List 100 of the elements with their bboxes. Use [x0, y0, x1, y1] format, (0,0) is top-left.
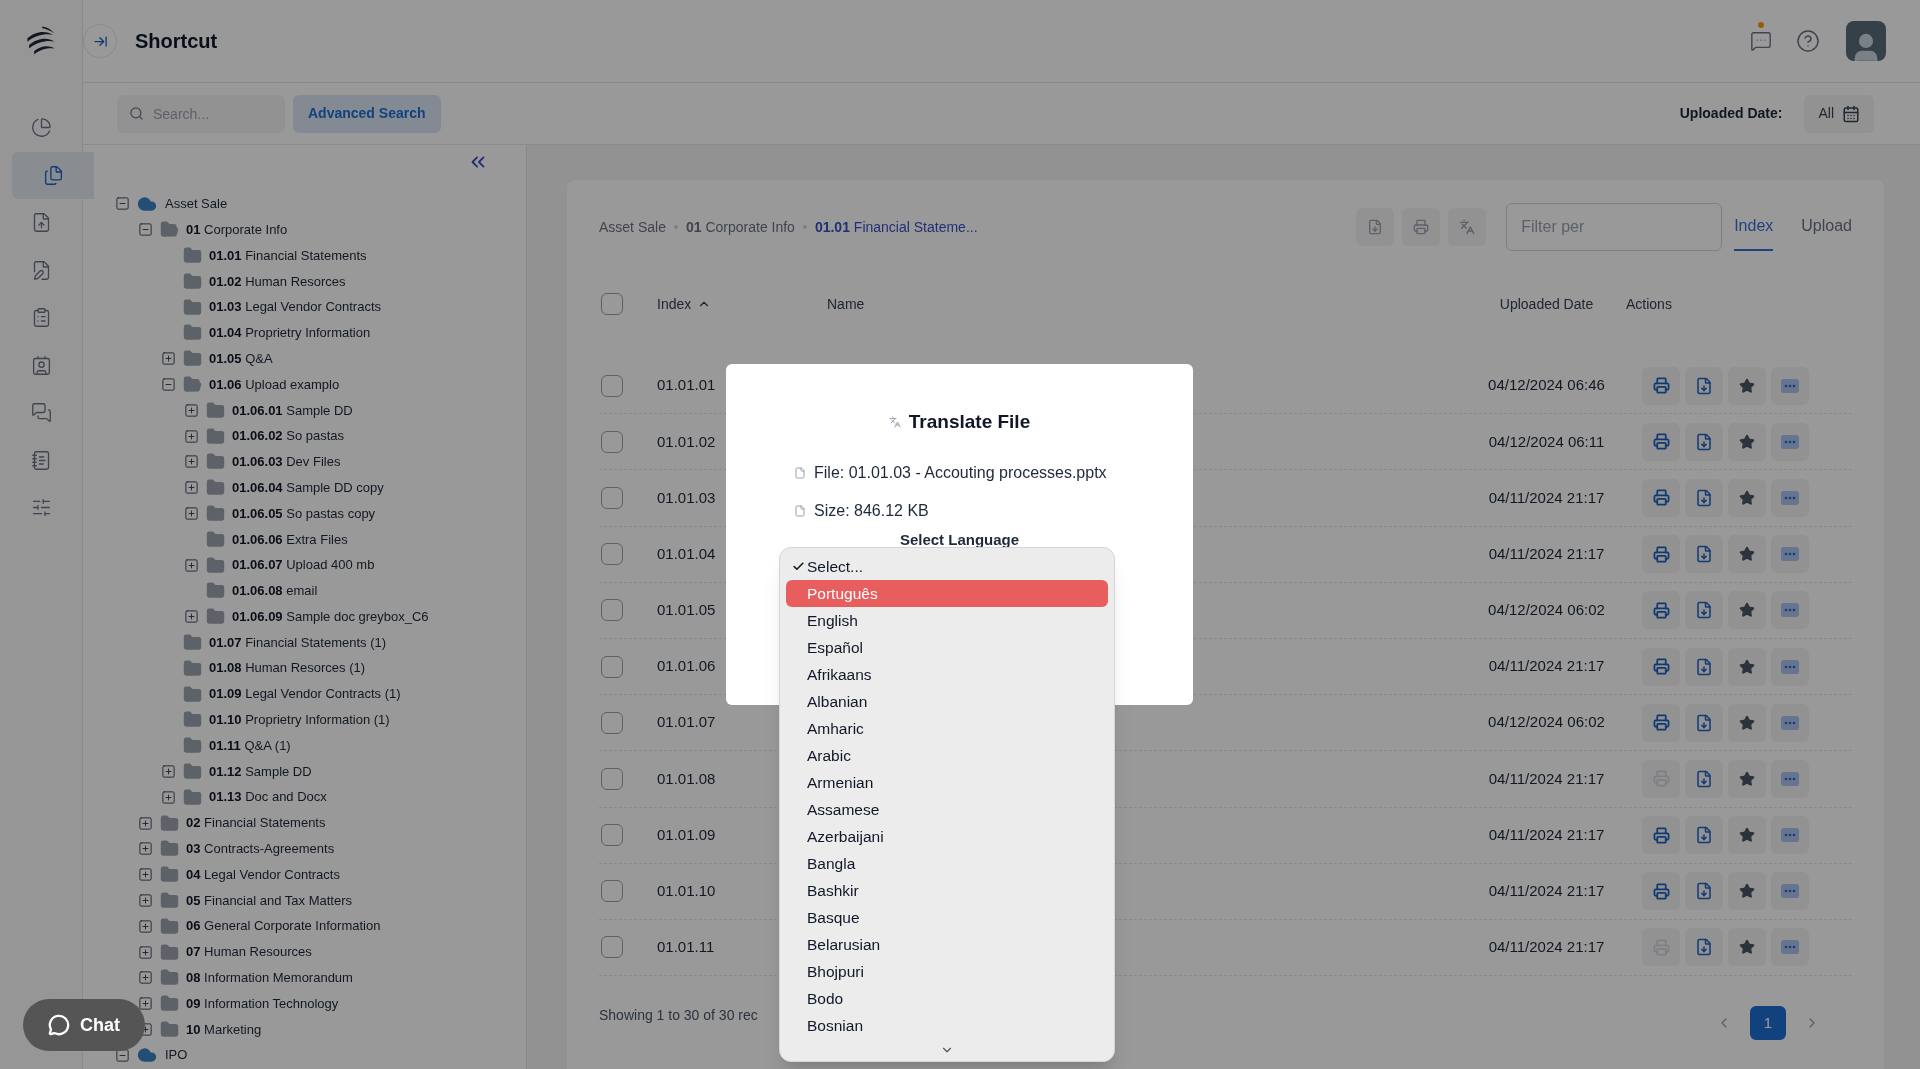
language-option[interactable]: Bhojpuri: [786, 958, 1108, 985]
translate-button[interactable]: [1448, 208, 1487, 246]
tree-item[interactable]: 07 Human Resources: [186, 942, 312, 962]
select-all-checkbox[interactable]: [601, 293, 623, 315]
tree-item[interactable]: 01.06.05 So pastas copy: [232, 503, 376, 524]
collapse-icon[interactable]: [114, 1047, 130, 1063]
download-row-button[interactable]: [1685, 366, 1723, 405]
row-checkbox[interactable]: [601, 936, 623, 959]
translate-row-button[interactable]: [1642, 591, 1680, 630]
expand-icon[interactable]: [160, 763, 176, 779]
filter-field[interactable]: Filter per: [1506, 203, 1723, 251]
expand-icon[interactable]: [137, 944, 153, 960]
favorite-button[interactable]: [1728, 591, 1766, 630]
collapse-icon[interactable]: [114, 196, 130, 212]
favorite-button[interactable]: [1728, 928, 1766, 967]
row-checkbox[interactable]: [601, 711, 623, 734]
favorite-button[interactable]: [1728, 759, 1766, 798]
language-option[interactable]: Azerbaijani: [786, 823, 1108, 850]
tree-item[interactable]: 05 Financial and Tax Matters: [186, 890, 352, 911]
translate-row-button[interactable]: [1642, 647, 1680, 686]
language-option[interactable]: Amharic: [786, 715, 1108, 742]
language-option[interactable]: Bashkir: [786, 877, 1108, 904]
expand-icon[interactable]: [183, 402, 199, 418]
download-row-button[interactable]: [1685, 535, 1723, 574]
row-checkbox[interactable]: [601, 824, 623, 847]
language-option[interactable]: Belarusian: [786, 931, 1108, 958]
tree-item[interactable]: 01.06.09 Sample doc greybox_C6: [232, 606, 429, 627]
language-option[interactable]: Arabic: [786, 742, 1108, 769]
expand-icon[interactable]: [183, 557, 199, 573]
tree-item[interactable]: 01.08 Human Resorces (1): [209, 658, 366, 678]
language-option[interactable]: Armenian: [786, 769, 1108, 796]
tree-item[interactable]: 01.12 Sample DD: [209, 761, 312, 782]
download-row-button[interactable]: [1685, 816, 1723, 855]
translate-row-button[interactable]: [1642, 872, 1680, 911]
row-checkbox[interactable]: [601, 543, 623, 566]
tree-item[interactable]: 01.02 Human Resorces: [209, 271, 346, 292]
language-option[interactable]: Bangla: [786, 850, 1108, 877]
tree-item[interactable]: 02 Financial Statements: [186, 813, 326, 833]
translate-row-button[interactable]: [1642, 422, 1680, 461]
expand-icon[interactable]: [183, 428, 199, 444]
language-option[interactable]: Bosnian: [786, 1012, 1108, 1039]
favorite-button[interactable]: [1728, 366, 1766, 405]
collapse-icon[interactable]: [137, 222, 153, 238]
date-filter-button[interactable]: All: [1804, 94, 1874, 133]
row-checkbox[interactable]: [601, 430, 623, 453]
rail-item[interactable]: [12, 151, 94, 199]
expand-icon[interactable]: [160, 351, 176, 367]
language-option[interactable]: Select...: [786, 553, 1108, 580]
tree-item[interactable]: 04 Legal Vendor Contracts: [186, 864, 340, 885]
language-option[interactable]: Albanian: [786, 688, 1108, 715]
avatar[interactable]: [1846, 21, 1886, 61]
translate-row-button[interactable]: [1642, 366, 1680, 405]
row-checkbox[interactable]: [601, 486, 623, 509]
tree-item[interactable]: 01.13 Doc and Docx: [209, 787, 327, 807]
favorite-button[interactable]: [1728, 872, 1766, 911]
row-checkbox[interactable]: [601, 655, 623, 678]
tree-item[interactable]: 09 Information Technology: [186, 993, 339, 1014]
tree-item[interactable]: 01.05 Q&A: [209, 348, 273, 369]
download-row-button[interactable]: [1685, 759, 1723, 798]
tree-item[interactable]: 01.01 Financial Statements: [209, 245, 367, 266]
tree-item[interactable]: Asset Sale: [165, 194, 228, 214]
chat-button[interactable]: Chat: [23, 999, 145, 1051]
translate-row-button[interactable]: [1642, 478, 1680, 517]
language-option[interactable]: Assamese: [786, 796, 1108, 823]
tree-item[interactable]: 03 Contracts-Agreements: [186, 839, 335, 859]
tree-item[interactable]: 01.06.02 So pastas: [232, 426, 345, 446]
download-row-button[interactable]: [1685, 647, 1723, 686]
notifications-icon[interactable]: [1750, 30, 1772, 52]
tree-item[interactable]: 01.06 Upload examplo: [209, 374, 340, 395]
download-row-button[interactable]: [1685, 872, 1723, 911]
tree-item[interactable]: 01.06.07 Upload 400 mb: [232, 555, 375, 575]
expand-icon[interactable]: [137, 815, 153, 831]
breadcrumb-item[interactable]: 01 Corporate Info: [685, 216, 795, 238]
expand-icon[interactable]: [137, 970, 153, 986]
language-option[interactable]: Bodo: [786, 985, 1108, 1012]
download-row-button[interactable]: [1685, 703, 1723, 742]
tree-item[interactable]: 10 Marketing: [186, 1019, 262, 1040]
download-row-button[interactable]: [1685, 591, 1723, 630]
tree-item[interactable]: 06 General Corporate Information: [186, 916, 381, 936]
download-row-button[interactable]: [1685, 928, 1723, 967]
language-option[interactable]: Afrikaans: [786, 661, 1108, 688]
tree-item[interactable]: 01.11 Q&A (1): [209, 735, 291, 756]
language-option[interactable]: English: [786, 607, 1108, 634]
expand-icon[interactable]: [183, 505, 199, 521]
tree-item[interactable]: 01.10 Proprietry Information (1): [209, 710, 390, 730]
favorite-button[interactable]: [1728, 816, 1766, 855]
favorite-button[interactable]: [1728, 647, 1766, 686]
row-checkbox[interactable]: [601, 880, 623, 903]
tree-item[interactable]: 01.06.03 Dev Files: [232, 452, 341, 472]
tab[interactable]: Upload: [1801, 203, 1852, 251]
favorite-button[interactable]: [1728, 478, 1766, 517]
translate-row-button[interactable]: [1642, 535, 1680, 574]
download-row-button[interactable]: [1685, 478, 1723, 517]
download-row-button[interactable]: [1685, 422, 1723, 461]
expand-icon[interactable]: [137, 918, 153, 934]
tree-item[interactable]: 01.06.01 Sample DD: [232, 400, 353, 420]
tree-item[interactable]: IPO: [165, 1045, 188, 1065]
row-checkbox[interactable]: [601, 767, 623, 790]
tree-item[interactable]: 01.03 Legal Vendor Contracts: [209, 297, 382, 317]
page-button[interactable]: 1: [1750, 1006, 1786, 1041]
